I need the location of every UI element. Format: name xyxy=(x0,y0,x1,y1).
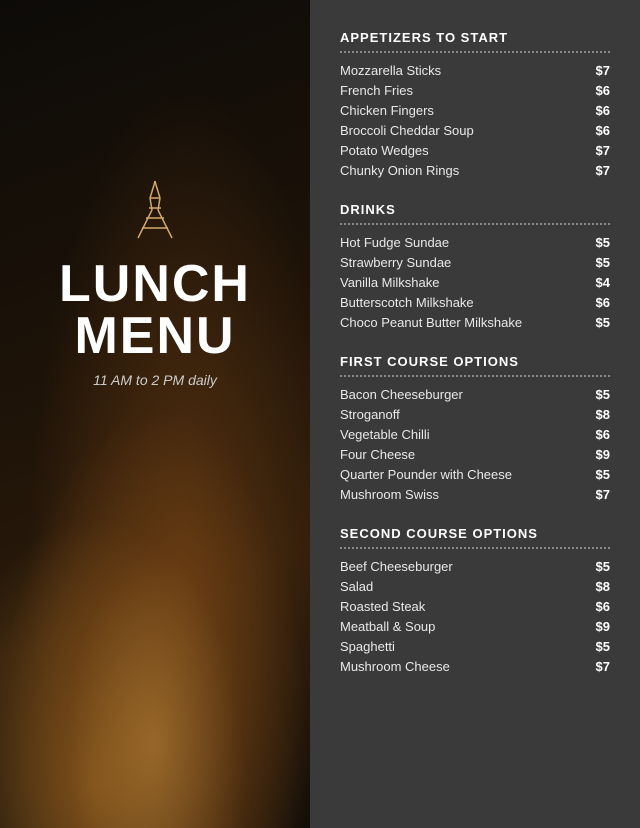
menu-item-row: Roasted Steak $6 xyxy=(340,599,610,614)
item-name: Roasted Steak xyxy=(340,599,425,614)
divider-appetizers xyxy=(340,51,610,53)
item-name: Chunky Onion Rings xyxy=(340,163,459,178)
item-name: Quarter Pounder with Cheese xyxy=(340,467,512,482)
item-price: $6 xyxy=(596,599,610,614)
item-price: $5 xyxy=(596,315,610,330)
item-price: $5 xyxy=(596,467,610,482)
item-price: $7 xyxy=(596,63,610,78)
menu-item-row: Vegetable Chilli $6 xyxy=(340,427,610,442)
menu-item-row: Chunky Onion Rings $7 xyxy=(340,163,610,178)
item-name: Butterscotch Milkshake xyxy=(340,295,474,310)
item-name: Vanilla Milkshake xyxy=(340,275,439,290)
menu-item-row: Salad $8 xyxy=(340,579,610,594)
menu-item-row: Beef Cheeseburger $5 xyxy=(340,559,610,574)
menu-item-row: Choco Peanut Butter Milkshake $5 xyxy=(340,315,610,330)
item-price: $6 xyxy=(596,295,610,310)
menu-item-row: Strawberry Sundae $5 xyxy=(340,255,610,270)
menu-item-row: Four Cheese $9 xyxy=(340,447,610,462)
menu-item-row: French Fries $6 xyxy=(340,83,610,98)
section-appetizers: APPETIZERS TO START Mozzarella Sticks $7 Fr… xyxy=(340,30,610,178)
eiffel-tower-icon xyxy=(130,180,180,240)
item-name: Beef Cheeseburger xyxy=(340,559,453,574)
item-name: Stroganoff xyxy=(340,407,400,422)
item-name: Chicken Fingers xyxy=(340,103,434,118)
item-name: Vegetable Chilli xyxy=(340,427,430,442)
item-name: Spaghetti xyxy=(340,639,395,654)
menu-item-row: Mozzarella Sticks $7 xyxy=(340,63,610,78)
item-price: $9 xyxy=(596,447,610,462)
section-title-appetizers: APPETIZERS TO START xyxy=(340,30,610,45)
item-price: $8 xyxy=(596,579,610,594)
item-price: $6 xyxy=(596,103,610,118)
menu-item-row: Stroganoff $8 xyxy=(340,407,610,422)
item-price: $6 xyxy=(596,427,610,442)
left-panel: LUNCH MENU 11 AM to 2 PM daily xyxy=(0,0,310,828)
menu-item-row: Chicken Fingers $6 xyxy=(340,103,610,118)
menu-title: LUNCH MENU xyxy=(59,258,251,362)
left-content: LUNCH MENU 11 AM to 2 PM daily xyxy=(0,0,310,388)
item-name: Bacon Cheeseburger xyxy=(340,387,463,402)
section-title-second-course: SECOND COURSE OPTIONS xyxy=(340,526,610,541)
item-price: $7 xyxy=(596,143,610,158)
item-price: $7 xyxy=(596,659,610,674)
item-name: Salad xyxy=(340,579,373,594)
right-panel: APPETIZERS TO START Mozzarella Sticks $7 Fr… xyxy=(310,0,640,828)
menu-item-row: Potato Wedges $7 xyxy=(340,143,610,158)
item-name: Broccoli Cheddar Soup xyxy=(340,123,474,138)
menu-item-row: Meatball & Soup $9 xyxy=(340,619,610,634)
menu-item-row: Mushroom Swiss $7 xyxy=(340,487,610,502)
menu-item-row: Broccoli Cheddar Soup $6 xyxy=(340,123,610,138)
item-price: $5 xyxy=(596,235,610,250)
item-price: $4 xyxy=(596,275,610,290)
divider-drinks xyxy=(340,223,610,225)
item-price: $8 xyxy=(596,407,610,422)
item-name: French Fries xyxy=(340,83,413,98)
menu-item-row: Hot Fudge Sundae $5 xyxy=(340,235,610,250)
menu-item-row: Butterscotch Milkshake $6 xyxy=(340,295,610,310)
item-name: Mushroom Swiss xyxy=(340,487,439,502)
section-drinks: DRINKSHot Fudge Sundae$5Strawberry Sunda… xyxy=(340,202,610,330)
item-price: $5 xyxy=(596,387,610,402)
menu-hours: 11 AM to 2 PM daily xyxy=(93,372,217,388)
section-second-course: SECOND COURSE OPTIONS Beef Cheeseburger $5… xyxy=(340,526,610,674)
item-price: $5 xyxy=(596,639,610,654)
item-name: Potato Wedges xyxy=(340,143,429,158)
item-name: Mushroom Cheese xyxy=(340,659,450,674)
menu-sections: APPETIZERS TO START Mozzarella Sticks $7 Fr… xyxy=(340,30,610,674)
menu-item-row: Bacon Cheeseburger $5 xyxy=(340,387,610,402)
item-price: $5 xyxy=(596,255,610,270)
item-name: Four Cheese xyxy=(340,447,415,462)
divider-first-course xyxy=(340,375,610,377)
item-price: $6 xyxy=(596,83,610,98)
menu-item-row: Vanilla Milkshake $4 xyxy=(340,275,610,290)
item-name: Meatball & Soup xyxy=(340,619,435,634)
item-price: $7 xyxy=(596,487,610,502)
item-price: $6 xyxy=(596,123,610,138)
item-name: Choco Peanut Butter Milkshake xyxy=(340,315,522,330)
menu-item-row: Quarter Pounder with Cheese $5 xyxy=(340,467,610,482)
divider-second-course xyxy=(340,547,610,549)
section-title-drinks: DRINKS xyxy=(340,202,610,217)
item-name: Mozzarella Sticks xyxy=(340,63,441,78)
section-title-first-course: FIRST COURSE OPTIONS xyxy=(340,354,610,369)
section-first-course: FIRST COURSE OPTIONS Bacon Cheeseburger $5… xyxy=(340,354,610,502)
food-image xyxy=(0,408,310,828)
menu-item-row: Mushroom Cheese $7 xyxy=(340,659,610,674)
menu-item-row: Spaghetti $5 xyxy=(340,639,610,654)
item-price: $9 xyxy=(596,619,610,634)
item-price: $5 xyxy=(596,559,610,574)
item-name: Hot Fudge Sundae xyxy=(340,235,449,250)
item-name: Strawberry Sundae xyxy=(340,255,451,270)
item-price: $7 xyxy=(596,163,610,178)
